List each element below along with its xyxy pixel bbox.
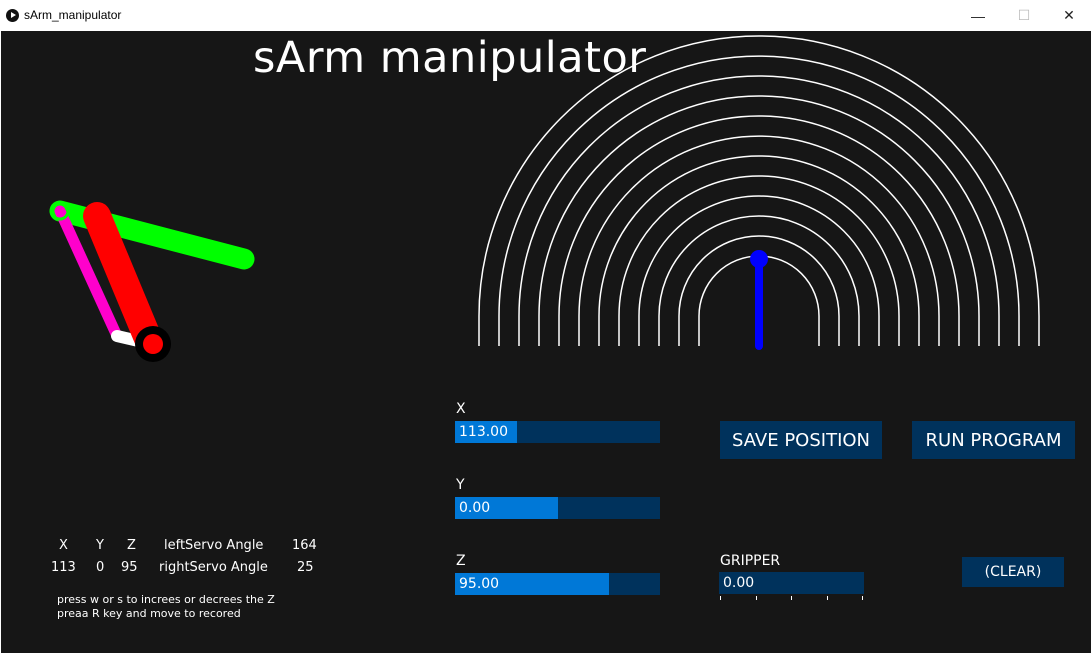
save-position-button[interactable]: SAVE POSITION xyxy=(720,421,882,459)
x-slider[interactable]: 113.00 xyxy=(455,421,660,443)
readout-x-value: 113 xyxy=(51,560,76,575)
z-slider-label: Z xyxy=(456,553,466,569)
x-slider-value: 113.00 xyxy=(459,424,508,440)
app-icon xyxy=(6,9,19,22)
y-slider[interactable]: 0.00 xyxy=(455,497,660,519)
gripper-tick xyxy=(791,596,792,600)
base-arm-tip xyxy=(750,250,768,268)
maximize-button[interactable]: ☐ xyxy=(1001,0,1047,31)
left-servo-value: 164 xyxy=(292,538,317,553)
readout-y-header: Y xyxy=(96,538,104,553)
hint-line-2: preaa R key and move to recored xyxy=(57,607,241,620)
gripper-tick xyxy=(862,596,863,600)
end-effector xyxy=(143,334,163,354)
readout-z-header: Z xyxy=(127,538,136,553)
gripper-slider-value: 0.00 xyxy=(723,575,755,591)
right-servo-label: rightServo Angle xyxy=(159,560,268,575)
gripper-tick xyxy=(756,596,757,600)
minimize-button[interactable]: — xyxy=(955,0,1001,31)
right-servo-value: 25 xyxy=(297,560,314,575)
clear-button[interactable]: (CLEAR) xyxy=(962,557,1064,587)
window-titlebar: sArm_manipulator — ☐ ✕ xyxy=(0,0,1092,31)
y-slider-label: Y xyxy=(456,477,465,493)
left-servo-label: leftServo Angle xyxy=(164,538,264,553)
gripper-tick xyxy=(720,596,721,600)
y-slider-value: 0.00 xyxy=(459,500,491,516)
readout-x-header: X xyxy=(59,538,68,553)
x-slider-label: X xyxy=(456,401,466,417)
run-program-button[interactable]: RUN PROGRAM xyxy=(912,421,1075,459)
side-view-arm xyxy=(49,200,255,362)
hint-line-1: press w or s to increes or decrees the Z xyxy=(57,593,275,606)
gripper-slider-label: GRIPPER xyxy=(720,553,781,569)
gripper-tick xyxy=(827,596,828,600)
gripper-slider[interactable]: 0.00 xyxy=(719,572,864,594)
z-slider[interactable]: 95.00 xyxy=(455,573,660,595)
close-button[interactable]: ✕ xyxy=(1046,0,1092,31)
readout-z-value: 95 xyxy=(121,560,138,575)
z-slider-value: 95.00 xyxy=(459,576,500,592)
readout-y-value: 0 xyxy=(96,560,105,575)
window-title: sArm_manipulator xyxy=(24,8,122,22)
